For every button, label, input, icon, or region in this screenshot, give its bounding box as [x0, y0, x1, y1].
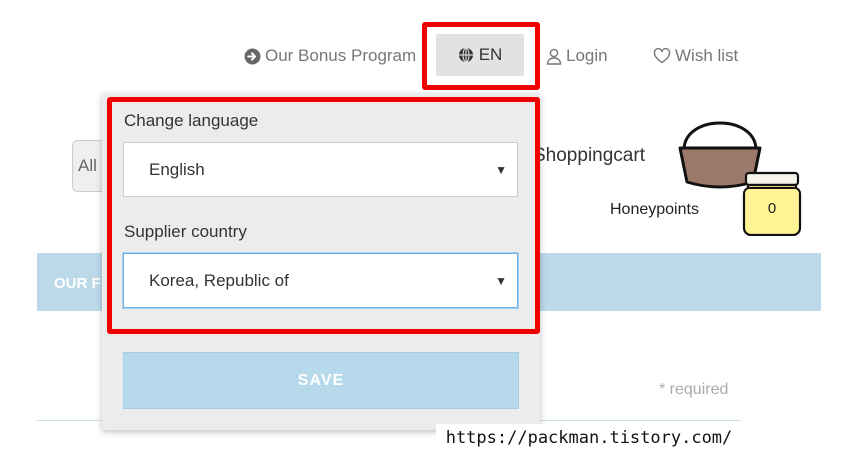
wishlist-link[interactable]: Wish list [653, 44, 738, 68]
heart-icon [653, 48, 671, 64]
arrow-circle-right-icon [244, 48, 261, 64]
wishlist-label: Wish list [675, 46, 739, 65]
save-button[interactable]: SAVE [123, 352, 519, 409]
honeypoints-label: Honeypoints [610, 201, 699, 218]
login-label: Login [566, 46, 608, 65]
bonus-program-link[interactable]: Our Bonus Program [244, 44, 416, 68]
search-category-label: All [78, 156, 97, 175]
honeypoints-count: 0 [767, 200, 777, 217]
supplier-country-select[interactable]: Korea, Republic of ▼ [123, 253, 518, 308]
login-link[interactable]: Login [546, 44, 608, 68]
globe-icon [458, 47, 473, 63]
caret-down-icon: ▼ [495, 162, 507, 177]
supplier-country-label: Supplier country [124, 222, 247, 241]
language-code-label: EN [478, 45, 503, 64]
user-icon [546, 48, 562, 65]
language-select[interactable]: English ▼ [123, 142, 518, 197]
supplier-country-value: Korea, Republic of [149, 270, 289, 290]
shoppingcart-link[interactable]: Shoppingcart [533, 145, 645, 167]
caret-down-icon: ▼ [495, 273, 507, 288]
promo-label: OUR F [54, 275, 101, 292]
required-note: * required [659, 381, 729, 398]
watermark-url: https://packman.tistory.com/ [436, 424, 742, 452]
change-language-label: Change language [124, 111, 259, 130]
language-select-value: English [149, 159, 205, 179]
bonus-program-label: Our Bonus Program [265, 46, 417, 65]
language-button[interactable]: EN [436, 34, 524, 76]
